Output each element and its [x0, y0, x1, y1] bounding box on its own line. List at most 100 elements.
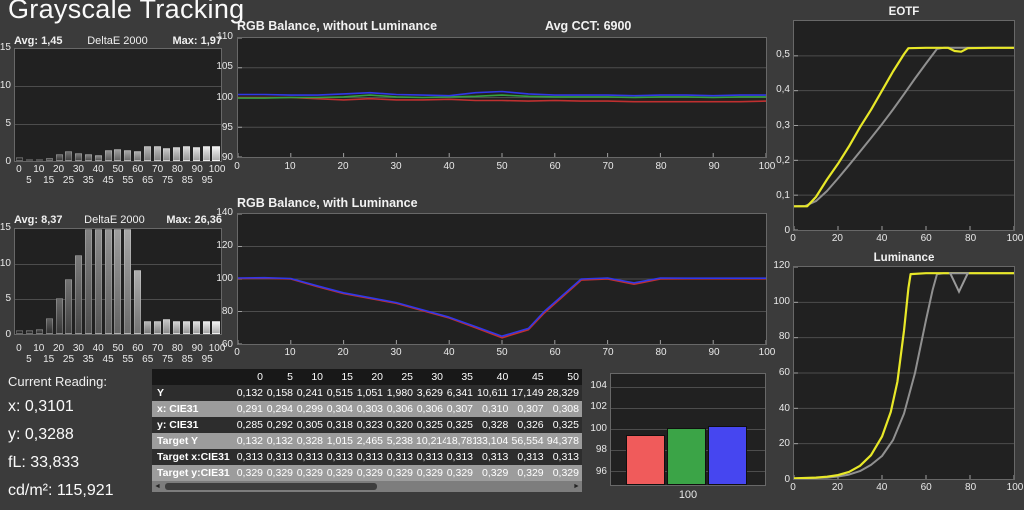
table-cell: 56,554: [511, 433, 546, 449]
x-tick-label: 40: [437, 161, 461, 172]
x-tick-label: 0: [225, 161, 249, 172]
table-cell: 0,329: [326, 465, 356, 481]
deltae-bottom-title: DeltaE 2000: [84, 214, 145, 226]
y-tick-label: 0,2: [776, 155, 790, 167]
grayscale-bar-20: [56, 298, 63, 334]
y-tick-label: 100: [216, 92, 233, 104]
table-header-cell: 5: [266, 369, 296, 385]
y-tick-label: 102: [590, 401, 607, 413]
y-tick-label: 15: [0, 42, 11, 54]
rgb-levels-plot: [610, 373, 766, 486]
grayscale-bar-70: [154, 146, 161, 161]
rgb-levels-yaxis: 1041021009896: [588, 373, 608, 486]
x-tick-label: 40: [437, 347, 461, 358]
table-cell: 0,132: [236, 433, 266, 449]
table-cell: 1,051: [356, 385, 386, 401]
table-cell: 0,305: [296, 417, 326, 433]
grayscale-bar-75: [163, 319, 170, 334]
avg-cct-label: Avg CCT: 6900: [545, 19, 631, 33]
rgb-balance-nolum-yaxis: 1101051009590: [213, 37, 234, 158]
table-cell: 0,306: [416, 401, 446, 417]
table-cell: 94,378: [547, 433, 582, 449]
table-cell: 0,515: [326, 385, 356, 401]
deltae-top-xaxis: 0510152025303540455055606570758085909510…: [14, 164, 222, 186]
x-tick-label: 20: [331, 347, 355, 358]
x-tick-label: 90: [702, 161, 726, 172]
y-tick-label: 80: [779, 331, 790, 343]
y-tick-label: 100: [590, 423, 607, 435]
page-title: Grayscale Tracking: [8, 0, 244, 25]
x-tick-label: 0: [225, 347, 249, 358]
current-reading-panel: Current Reading: x: 0,3101 y: 0,3288 fL:…: [8, 374, 114, 510]
y-tick-label: 5: [5, 293, 11, 305]
table-scrollbar[interactable]: ◄ ►: [152, 481, 582, 492]
scroll-right-arrow-icon[interactable]: ►: [571, 481, 582, 492]
table-cell: 0,329: [416, 465, 446, 481]
y-tick-label: 100: [773, 296, 790, 308]
table-cell: 2,465: [356, 433, 386, 449]
gridline: [611, 408, 765, 409]
eotf-yaxis: 0,50,40,30,20,10: [769, 20, 791, 231]
grayscale-bar-15: [46, 158, 53, 161]
table-row: Target x:CIE310,3130,3130,3130,3130,3130…: [152, 449, 582, 465]
grayscale-bar-60: [134, 151, 141, 161]
grayscale-bar-85: [183, 146, 190, 161]
luminance-svg: [794, 267, 1014, 479]
grayscale-bar-20: [56, 154, 63, 161]
rgb-balance-with-luminance-series-red: [238, 278, 766, 338]
scroll-thumb[interactable]: [165, 483, 377, 490]
table-row: x: CIE310,2910,2940,2990,3040,3030,3060,…: [152, 401, 582, 417]
x-tick-label: 60: [914, 482, 938, 493]
scroll-left-arrow-icon[interactable]: ◄: [152, 481, 163, 492]
grayscale-bar-5: [26, 330, 33, 334]
table-cell: 0,313: [356, 449, 386, 465]
table-header-cell: 20: [356, 369, 386, 385]
rgb-balance-nolum-title: RGB Balance, without Luminance: [237, 19, 437, 33]
x-tick-label: 40: [870, 233, 894, 244]
grayscale-bar-45: [105, 229, 112, 334]
table-cell: 0,329: [296, 465, 326, 481]
x-tick-label: 30: [384, 347, 408, 358]
x-tick-label: 40: [870, 482, 894, 493]
rgb-balance-with-luminance-svg: [238, 214, 766, 344]
table-cell: 0,329: [547, 465, 582, 481]
eotf-series-reference: [794, 48, 1014, 207]
x-tick-label: 60: [543, 161, 567, 172]
gridline: [611, 387, 765, 388]
grayscale-bar-0: [16, 330, 23, 334]
y-tick-label: 40: [779, 403, 790, 415]
grayscale-tracking-page: Grayscale Tracking Avg: 1,45 DeltaE 2000…: [0, 0, 1024, 506]
table-cell: 0,307: [511, 401, 546, 417]
table-cell: 0,158: [266, 385, 296, 401]
grayscale-bar-65: [144, 146, 151, 161]
x-tick-label: 60: [543, 347, 567, 358]
rgb-balance-nolum-plot: [237, 37, 767, 158]
table-cell: 0,304: [326, 401, 356, 417]
eotf-svg: [794, 21, 1014, 230]
y-tick-label: 5: [5, 118, 11, 130]
table-header-cell: 30: [416, 369, 446, 385]
deltae-top-title: DeltaE 2000: [87, 35, 148, 47]
x-tick-label: 20: [825, 482, 849, 493]
table-row: y: CIE310,2850,2920,3050,3180,3230,3200,…: [152, 417, 582, 433]
x-tick-label: 20: [825, 233, 849, 244]
grayscale-bar-80: [173, 321, 180, 334]
table-cell: 0,313: [296, 449, 326, 465]
table-cell: 0,306: [386, 401, 416, 417]
table-cell: 0,325: [416, 417, 446, 433]
luminance-title: Luminance: [793, 252, 1015, 264]
table-header-cell: 10: [296, 369, 326, 385]
table-header-cell: 45: [511, 369, 546, 385]
table-cell: 0,313: [476, 449, 511, 465]
table-cell: 0,313: [547, 449, 582, 465]
table-cell: 0,313: [511, 449, 546, 465]
table-cell: 3,629: [416, 385, 446, 401]
table-cell: 0,132: [236, 385, 266, 401]
table-cell: 1,015: [326, 433, 356, 449]
table-cell: 0,325: [547, 417, 582, 433]
table-cell: 0,329: [236, 465, 266, 481]
deltae-bottom-xaxis: 0510152025303540455055606570758085909510…: [14, 343, 222, 365]
y-tick-label: 0,1: [776, 190, 790, 202]
deltae-bottom-header: Avg: 8,37 DeltaE 2000 Max: 26,36: [14, 214, 222, 226]
x-tick-label: 100: [1003, 482, 1024, 493]
